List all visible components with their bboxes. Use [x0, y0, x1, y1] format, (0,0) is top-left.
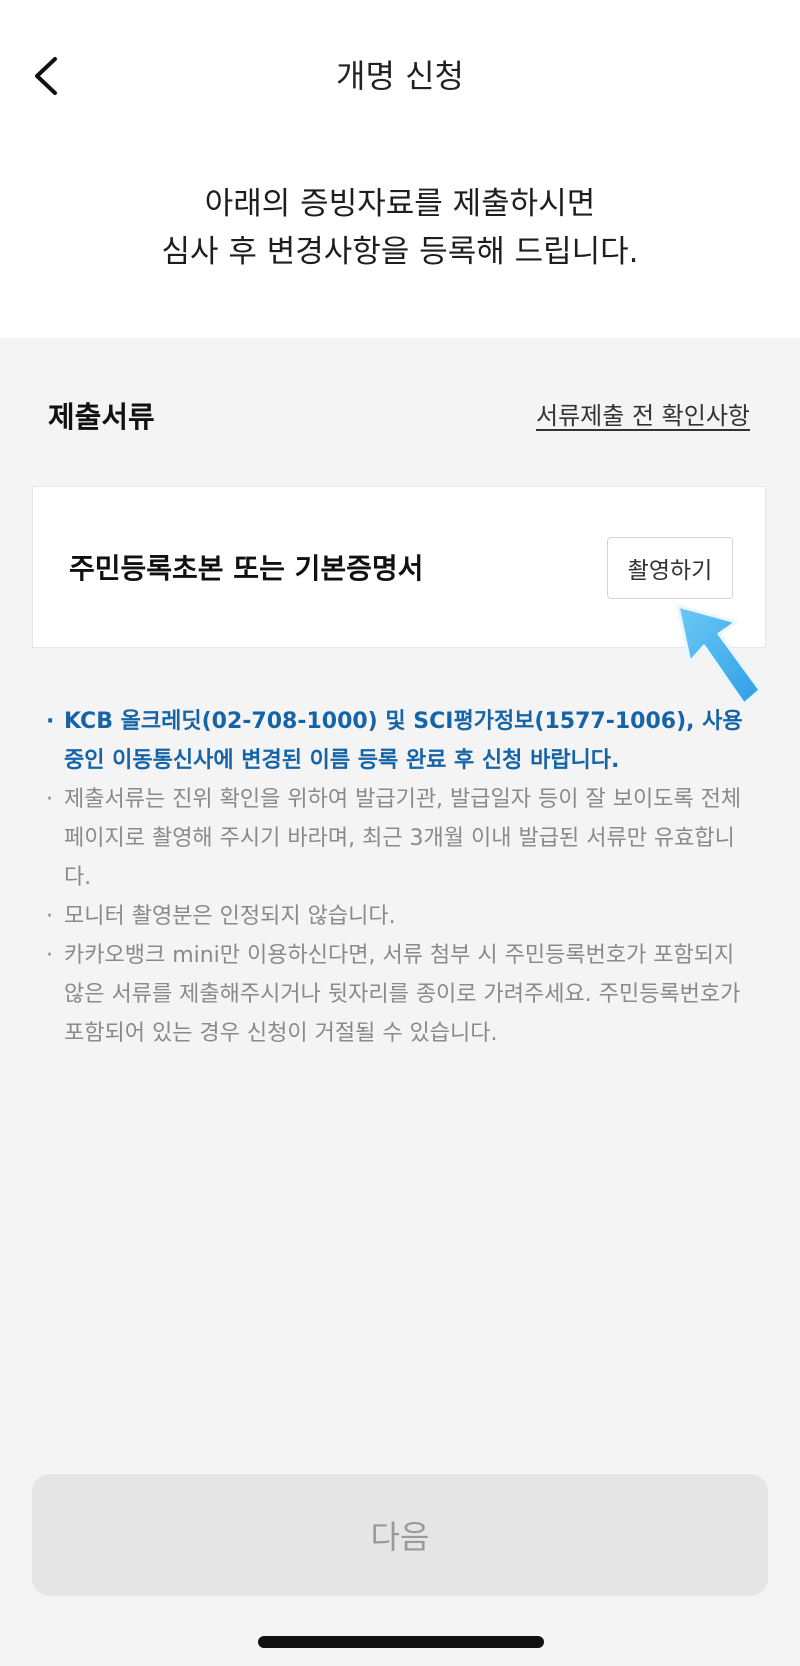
note-item-emphasis: KCB 올크레딧(02-708-1000) 및 SCI평가정보(1577-100…	[46, 702, 758, 780]
document-guide-link[interactable]: 서류제출 전 확인사항	[536, 396, 750, 431]
notes-list: KCB 올크레딧(02-708-1000) 및 SCI평가정보(1577-100…	[46, 702, 758, 1053]
capture-button[interactable]: 촬영하기	[607, 537, 733, 599]
next-button[interactable]: 다음	[32, 1474, 768, 1596]
home-indicator	[258, 1636, 544, 1648]
note-item: 카카오뱅크 mini만 이용하신다면, 서류 첨부 시 주민등록번호가 포함되지…	[46, 936, 758, 1053]
document-name: 주민등록초본 또는 기본증명서	[69, 552, 424, 585]
top-section: 개명 신청 아래의 증빙자료를 제출하시면 심사 후 변경사항을 등록해 드립니…	[0, 0, 800, 338]
document-card: 주민등록초본 또는 기본증명서 촬영하기	[32, 486, 766, 648]
intro-line-1: 아래의 증빙자료를 제출하시면	[204, 186, 596, 222]
note-item: 모니터 촬영분은 인정되지 않습니다.	[46, 897, 758, 936]
intro-line-2: 심사 후 변경사항을 등록해 드립니다.	[161, 234, 639, 270]
page-title: 개명 신청	[336, 57, 464, 95]
documents-section-label: 제출서류	[48, 400, 155, 434]
note-item: 제출서류는 진위 확인을 위하여 발급기관, 발급일자 등이 잘 보이도록 전체…	[46, 780, 758, 897]
pointer-arrow-icon	[676, 604, 762, 706]
intro-text: 아래의 증빙자료를 제출하시면 심사 후 변경사항을 등록해 드립니다.	[0, 180, 800, 276]
